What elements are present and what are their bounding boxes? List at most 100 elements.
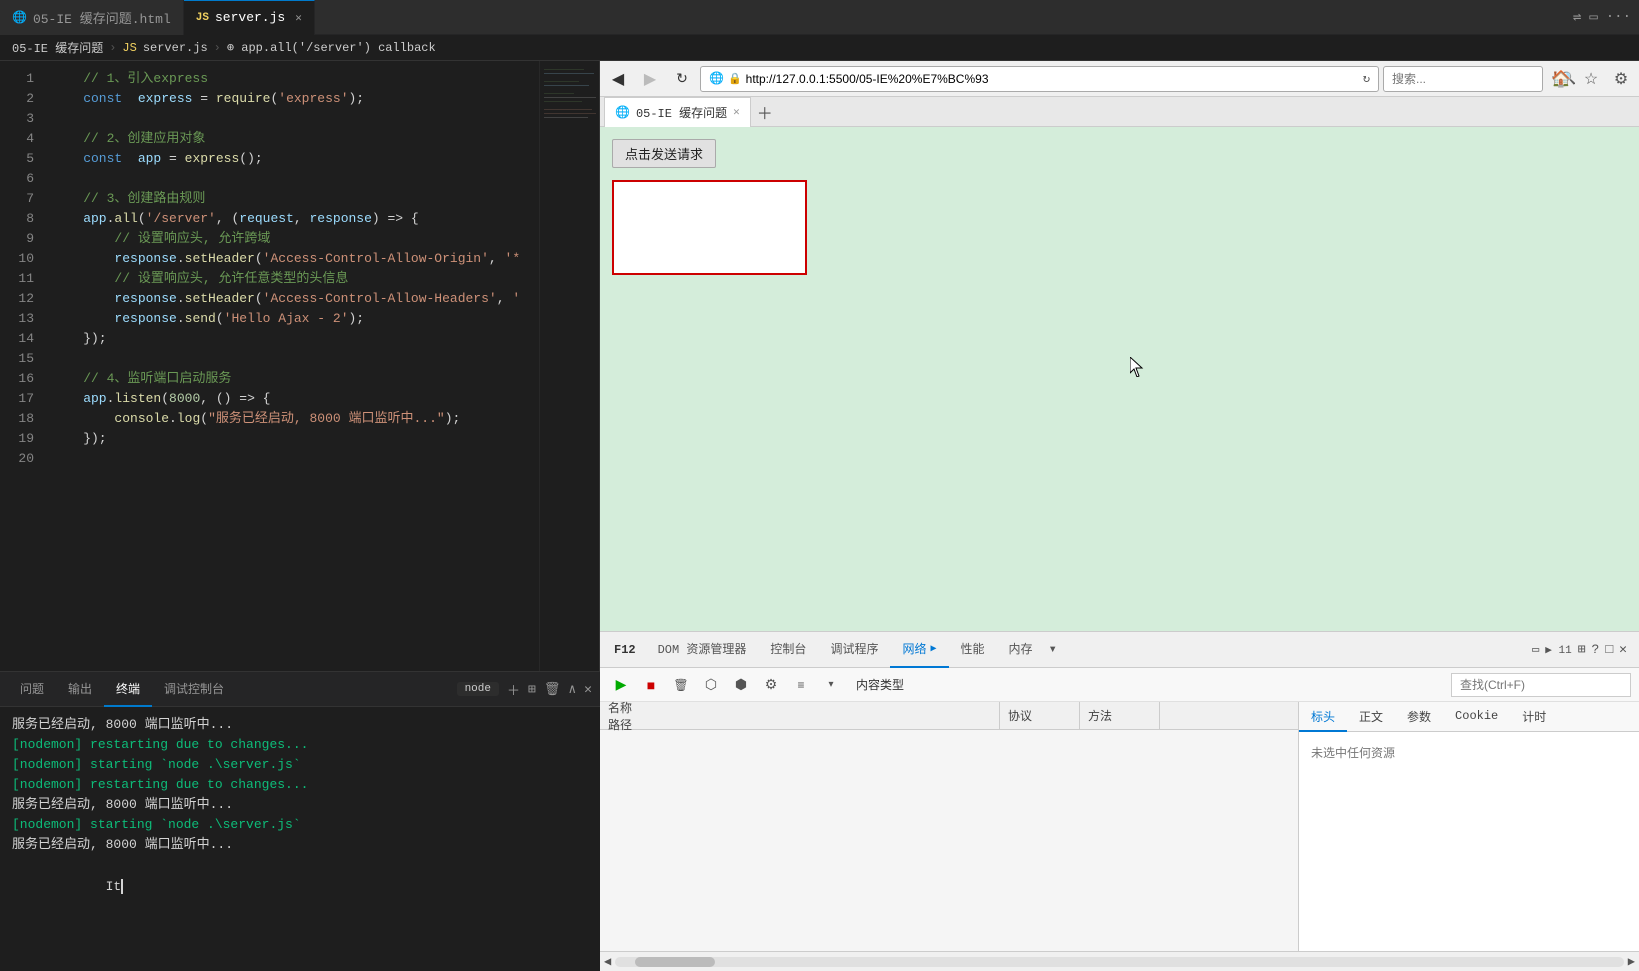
line-numbers: 12345 678910 1112131415 1617181920 — [0, 61, 40, 671]
panel-tab-terminal[interactable]: 终端 — [104, 672, 152, 707]
term-line-1: 服务已经启动, 8000 端口监听中... — [12, 715, 588, 735]
detail-tab-params[interactable]: 参数 — [1395, 702, 1443, 732]
detail-tab-body[interactable]: 正文 — [1347, 702, 1395, 732]
browser-main: 点击发送请求 F12 — [600, 127, 1639, 971]
toggle-panel-icon[interactable]: ▭ — [1589, 9, 1597, 26]
devtools-close-icon[interactable]: ✕ — [1619, 642, 1627, 657]
back-button[interactable]: ◀ — [604, 65, 632, 93]
network-filter-dropdown[interactable]: ▾ — [818, 672, 844, 698]
network-list-header: 名称路径 协议 方法 — [600, 702, 1298, 730]
devtools-layout-icon[interactable]: ⊞ — [1578, 642, 1586, 657]
address-bar[interactable]: 🌐 🔒 ↻ — [700, 66, 1379, 92]
new-tab-button[interactable]: ＋ — [751, 98, 779, 126]
screen-icon[interactable]: ▭ — [1532, 642, 1539, 657]
vscode-tab-bar: 🌐 05-IE 缓存问题.html JS server.js ✕ ⇌ ▭ ··· — [0, 0, 1639, 35]
search-input[interactable] — [1392, 72, 1547, 86]
detail-tab-headers[interactable]: 标头 — [1299, 702, 1347, 732]
minimap — [539, 61, 599, 671]
reload-icon-small[interactable]: ↻ — [1363, 71, 1370, 86]
add-terminal-icon[interactable]: ＋ — [507, 680, 520, 699]
more-actions-icon[interactable]: ··· — [1606, 9, 1631, 25]
home-button[interactable]: 🏠 — [1547, 65, 1575, 93]
code-content[interactable]: // 1、引入express const express = require('… — [40, 61, 539, 671]
main-content-row: 12345 678910 1112131415 1617181920 // 1、… — [0, 61, 1639, 971]
browser-tab-title: 05-IE 缓存问题 — [636, 104, 727, 121]
code-lines-container: 12345 678910 1112131415 1617181920 // 1、… — [0, 61, 599, 671]
devtools-tab-network-label: 网络 — [902, 640, 926, 657]
forward-button[interactable]: ▶ — [636, 65, 664, 93]
devtools-tab-dom[interactable]: DOM 资源管理器 — [646, 632, 759, 668]
devtools-overflow-icon[interactable]: ▾ — [1049, 641, 1057, 658]
browser-bottom-scrollbar[interactable]: ◀ ▶ — [600, 951, 1639, 971]
network-search-input[interactable] — [1451, 673, 1631, 697]
browser-tab-bar: 🌐 05-IE 缓存问题 ✕ ＋ — [600, 97, 1639, 127]
refresh-button[interactable]: ↻ — [668, 65, 696, 93]
network-filter-button[interactable]: ≡ — [788, 672, 814, 698]
tab-serverjs-label: server.js — [215, 10, 285, 25]
network-export-button[interactable]: ⬡ — [698, 672, 724, 698]
browser-tab-1[interactable]: 🌐 05-IE 缓存问题 ✕ — [604, 97, 751, 127]
send-request-button[interactable]: 点击发送请求 — [612, 139, 716, 168]
detail-tab-cookie[interactable]: Cookie — [1443, 702, 1510, 732]
term-line-3: [nodemon] starting `node .\server.js` — [12, 755, 588, 775]
scroll-thumb — [635, 957, 715, 967]
tab-html[interactable]: 🌐 05-IE 缓存问题.html — [0, 0, 184, 35]
network-import-button[interactable]: ⬢ — [728, 672, 754, 698]
url-input[interactable] — [746, 72, 1359, 86]
scroll-left-icon[interactable]: ◀ — [604, 954, 611, 969]
close-panel-icon[interactable]: ✕ — [584, 682, 592, 697]
breadcrumb-part1[interactable]: 05-IE 缓存问题 — [12, 39, 103, 56]
devtools-tab-debugger[interactable]: 调试程序 — [818, 632, 890, 668]
tab-serverjs[interactable]: JS server.js ✕ — [184, 0, 315, 35]
kill-terminal-icon[interactable]: 🗑 — [544, 682, 561, 697]
f12-text: F12 — [614, 643, 636, 657]
devtools-right-actions: ▭ ▶ 11 ⊞ ? □ ✕ — [1532, 642, 1635, 657]
network-table: 名称路径 协议 方法 — [600, 702, 1639, 951]
panel-tab-problems[interactable]: 问题 — [8, 672, 56, 707]
panel-tab-debug[interactable]: 调试控制台 — [152, 672, 236, 707]
split-terminal-icon[interactable]: ⊞ — [528, 682, 536, 697]
detail-tab-timing[interactable]: 计时 — [1510, 702, 1558, 732]
devtools-tab-memory[interactable]: 内存 — [997, 632, 1045, 668]
network-clear-button[interactable]: 🗑 — [668, 672, 694, 698]
send-request-label: 点击发送请求 — [625, 147, 703, 162]
breadcrumb-sep1: › — [109, 41, 116, 55]
devtools-detach-icon[interactable]: □ — [1605, 642, 1613, 657]
scroll-track[interactable] — [615, 957, 1624, 967]
devtools-tab-debugger-label: 调试程序 — [830, 640, 878, 657]
breadcrumb-part3[interactable]: ⊕ app.all('/server') callback — [227, 40, 436, 55]
settings-button[interactable]: ⚙ — [1607, 65, 1635, 93]
terminal-panel: 问题 输出 终端 调试控制台 node ＋ ⊞ 🗑 — [0, 671, 600, 971]
panel-tab-terminal-label: 终端 — [116, 680, 140, 697]
terminal-content[interactable]: 服务已经启动, 8000 端口监听中... [nodemon] restarti… — [0, 707, 600, 971]
term-line-2: [nodemon] restarting due to changes... — [12, 735, 588, 755]
split-editor-icon[interactable]: ⇌ — [1573, 9, 1581, 26]
panel-tab-debug-label: 调试控制台 — [164, 680, 224, 697]
devtools-help-icon[interactable]: ? — [1592, 642, 1600, 657]
devtools-count-badge: ▶ 11 — [1545, 643, 1571, 657]
detail-tab-timing-label: 计时 — [1522, 708, 1546, 725]
devtools-tab-console-label: 控制台 — [770, 640, 806, 657]
panel-tab-actions: node ＋ ⊞ 🗑 ∧ ✕ — [457, 680, 592, 699]
browser-action-buttons: 🏠 ☆ ⚙ — [1547, 65, 1635, 93]
app-container: 🌐 05-IE 缓存问题.html JS server.js ✕ ⇌ ▭ ···… — [0, 0, 1639, 971]
star-button[interactable]: ☆ — [1577, 65, 1605, 93]
browser-tab-close-icon[interactable]: ✕ — [733, 105, 740, 119]
terminal-instance-label[interactable]: node — [457, 682, 499, 696]
js-file-icon: JS — [196, 12, 209, 24]
breadcrumb-part2[interactable]: JS — [122, 41, 136, 55]
collapse-panel-icon[interactable]: ∧ — [568, 682, 576, 697]
devtools-tab-console[interactable]: 控制台 — [758, 632, 818, 668]
tab-close-icon[interactable]: ✕ — [295, 11, 302, 25]
devtools-tab-performance[interactable]: 性能 — [949, 632, 997, 668]
html-file-icon: 🌐 — [12, 10, 27, 25]
network-stop-button[interactable]: ■ — [638, 672, 664, 698]
devtools-tab-network[interactable]: 网络 ▶ — [890, 632, 948, 668]
panel-tab-output[interactable]: 输出 — [56, 672, 104, 707]
tab-actions: ⇌ ▭ ··· — [1573, 9, 1639, 26]
network-settings-button[interactable]: ⚙ — [758, 672, 784, 698]
scroll-right-icon[interactable]: ▶ — [1628, 954, 1635, 969]
search-bar[interactable]: ▾ 🔍 — [1383, 66, 1543, 92]
breadcrumb-serverjs[interactable]: server.js — [143, 41, 208, 55]
network-play-button[interactable]: ▶ — [608, 672, 634, 698]
